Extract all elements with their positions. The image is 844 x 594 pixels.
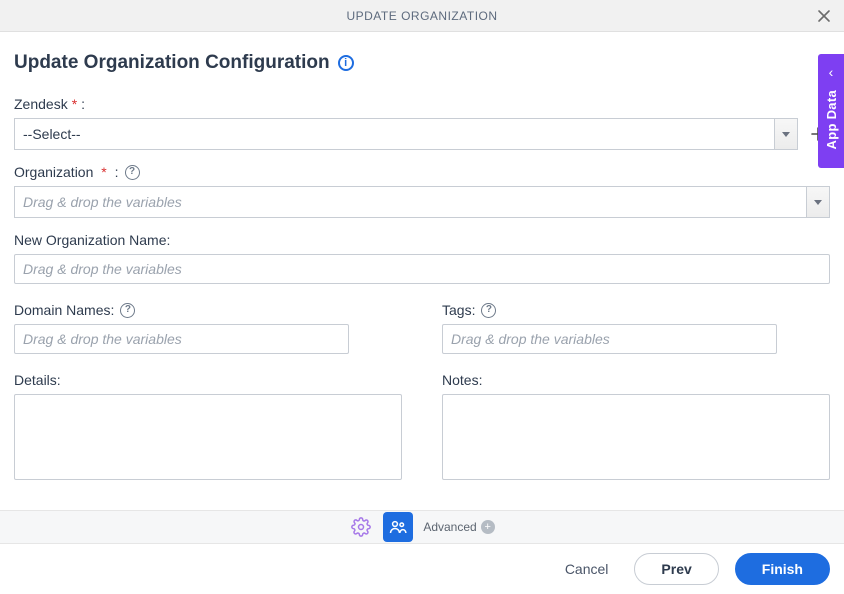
field-organization-label: Organization	[14, 164, 93, 180]
field-tags: Tags: ?	[442, 302, 830, 354]
prev-button[interactable]: Prev	[634, 553, 718, 585]
plus-circle-icon: +	[481, 520, 495, 534]
field-tags-label: Tags:	[442, 302, 475, 318]
new-org-name-input[interactable]	[14, 254, 830, 284]
help-icon[interactable]: ?	[481, 303, 496, 318]
form-content: Update Organization Configuration i Zend…	[0, 32, 844, 483]
users-tile-icon[interactable]	[383, 512, 413, 542]
footer: Cancel Prev Finish	[0, 544, 844, 594]
advanced-label: Advanced	[423, 520, 476, 534]
titlebar: UPDATE ORGANIZATION	[0, 0, 844, 32]
app-data-label: App Data	[824, 90, 839, 149]
close-icon[interactable]	[814, 6, 834, 26]
field-notes-label-row: Notes:	[442, 372, 830, 388]
page-title-text: Update Organization Configuration	[14, 52, 330, 74]
details-textarea[interactable]	[14, 394, 402, 480]
chevron-down-icon[interactable]	[774, 118, 798, 150]
field-zendesk-label-row: Zendesk *:	[14, 96, 830, 112]
field-new-org-name: New Organization Name:	[14, 232, 830, 284]
field-notes: Notes:	[442, 372, 830, 483]
advanced-button[interactable]: Advanced +	[423, 520, 494, 534]
cancel-button[interactable]: Cancel	[555, 555, 619, 583]
field-new-org-name-label-row: New Organization Name:	[14, 232, 830, 248]
zendesk-select-value: --Select--	[23, 126, 81, 142]
help-icon[interactable]: ?	[125, 165, 140, 180]
dialog-title: UPDATE ORGANIZATION	[346, 9, 497, 23]
colon: :	[81, 96, 85, 112]
field-organization-label-row: Organization * : ?	[14, 164, 830, 180]
field-zendesk-label: Zendesk	[14, 96, 68, 112]
notes-textarea[interactable]	[442, 394, 830, 480]
field-notes-label: Notes:	[442, 372, 482, 388]
field-organization: Organization * : ? Drag & drop the varia…	[14, 164, 830, 218]
organization-placeholder: Drag & drop the variables	[23, 194, 182, 210]
field-details-label: Details:	[14, 372, 61, 388]
domain-names-input[interactable]	[14, 324, 349, 354]
chevron-left-icon: ‹	[829, 64, 834, 80]
field-domain-names-label-row: Domain Names: ?	[14, 302, 402, 318]
info-icon[interactable]: i	[338, 55, 354, 71]
tags-input[interactable]	[442, 324, 777, 354]
field-domain-names-label: Domain Names:	[14, 302, 114, 318]
help-icon[interactable]: ?	[120, 303, 135, 318]
required-marker: *	[97, 164, 110, 180]
field-new-org-name-label: New Organization Name:	[14, 232, 170, 248]
field-details-label-row: Details:	[14, 372, 402, 388]
field-domain-names: Domain Names: ?	[14, 302, 402, 354]
required-marker: *	[72, 96, 77, 112]
app-data-panel-toggle[interactable]: ‹ App Data	[818, 54, 844, 168]
colon: :	[115, 164, 119, 180]
tabstrip: Advanced +	[0, 510, 844, 544]
zendesk-select[interactable]: --Select--	[14, 118, 798, 150]
gear-icon[interactable]	[349, 515, 373, 539]
field-zendesk: Zendesk *: --Select--	[14, 96, 830, 150]
field-details: Details:	[14, 372, 402, 483]
page-title: Update Organization Configuration i	[14, 52, 830, 74]
finish-button[interactable]: Finish	[735, 553, 830, 585]
chevron-down-icon[interactable]	[806, 186, 830, 218]
field-tags-label-row: Tags: ?	[442, 302, 830, 318]
organization-select[interactable]: Drag & drop the variables	[14, 186, 830, 218]
